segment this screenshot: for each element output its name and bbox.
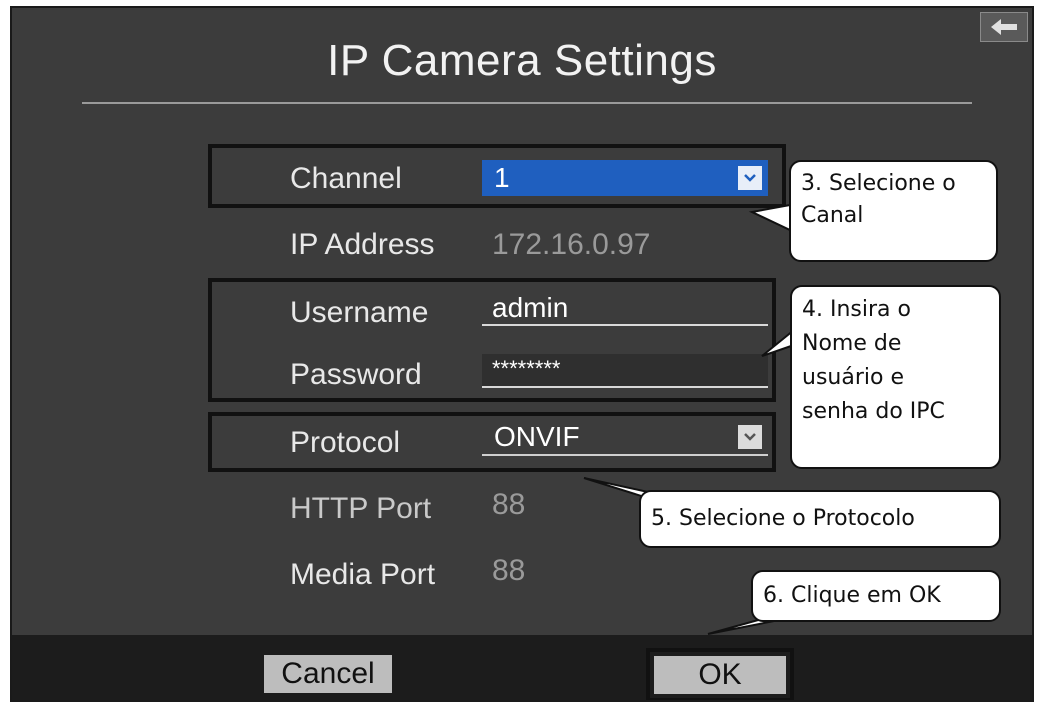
- callout-5: 5. Selecione o Protocolo: [639, 490, 1001, 548]
- callout-3-pointer: [748, 203, 791, 232]
- callout-4: 4. Insira o Nome de usuário e senha do I…: [790, 285, 1001, 469]
- callout-4-line-3: usuário e: [802, 365, 904, 390]
- callout-4-line-4: senha do IPC: [802, 399, 945, 424]
- callout-3: 3. Selecione o Canal: [789, 160, 998, 262]
- callout-5-line-1: 5. Selecione o Protocolo: [651, 506, 915, 531]
- callout-4-line-1: 4. Insira o: [802, 297, 911, 322]
- callout-3-line-1: 3. Selecione o: [801, 171, 956, 196]
- callout-4-line-2: Nome de: [802, 331, 902, 356]
- callout-6-line-1: 6. Clique em OK: [763, 583, 941, 608]
- callout-6: 6. Clique em OK: [751, 570, 1001, 622]
- callout-3-line-2: Canal: [801, 203, 864, 228]
